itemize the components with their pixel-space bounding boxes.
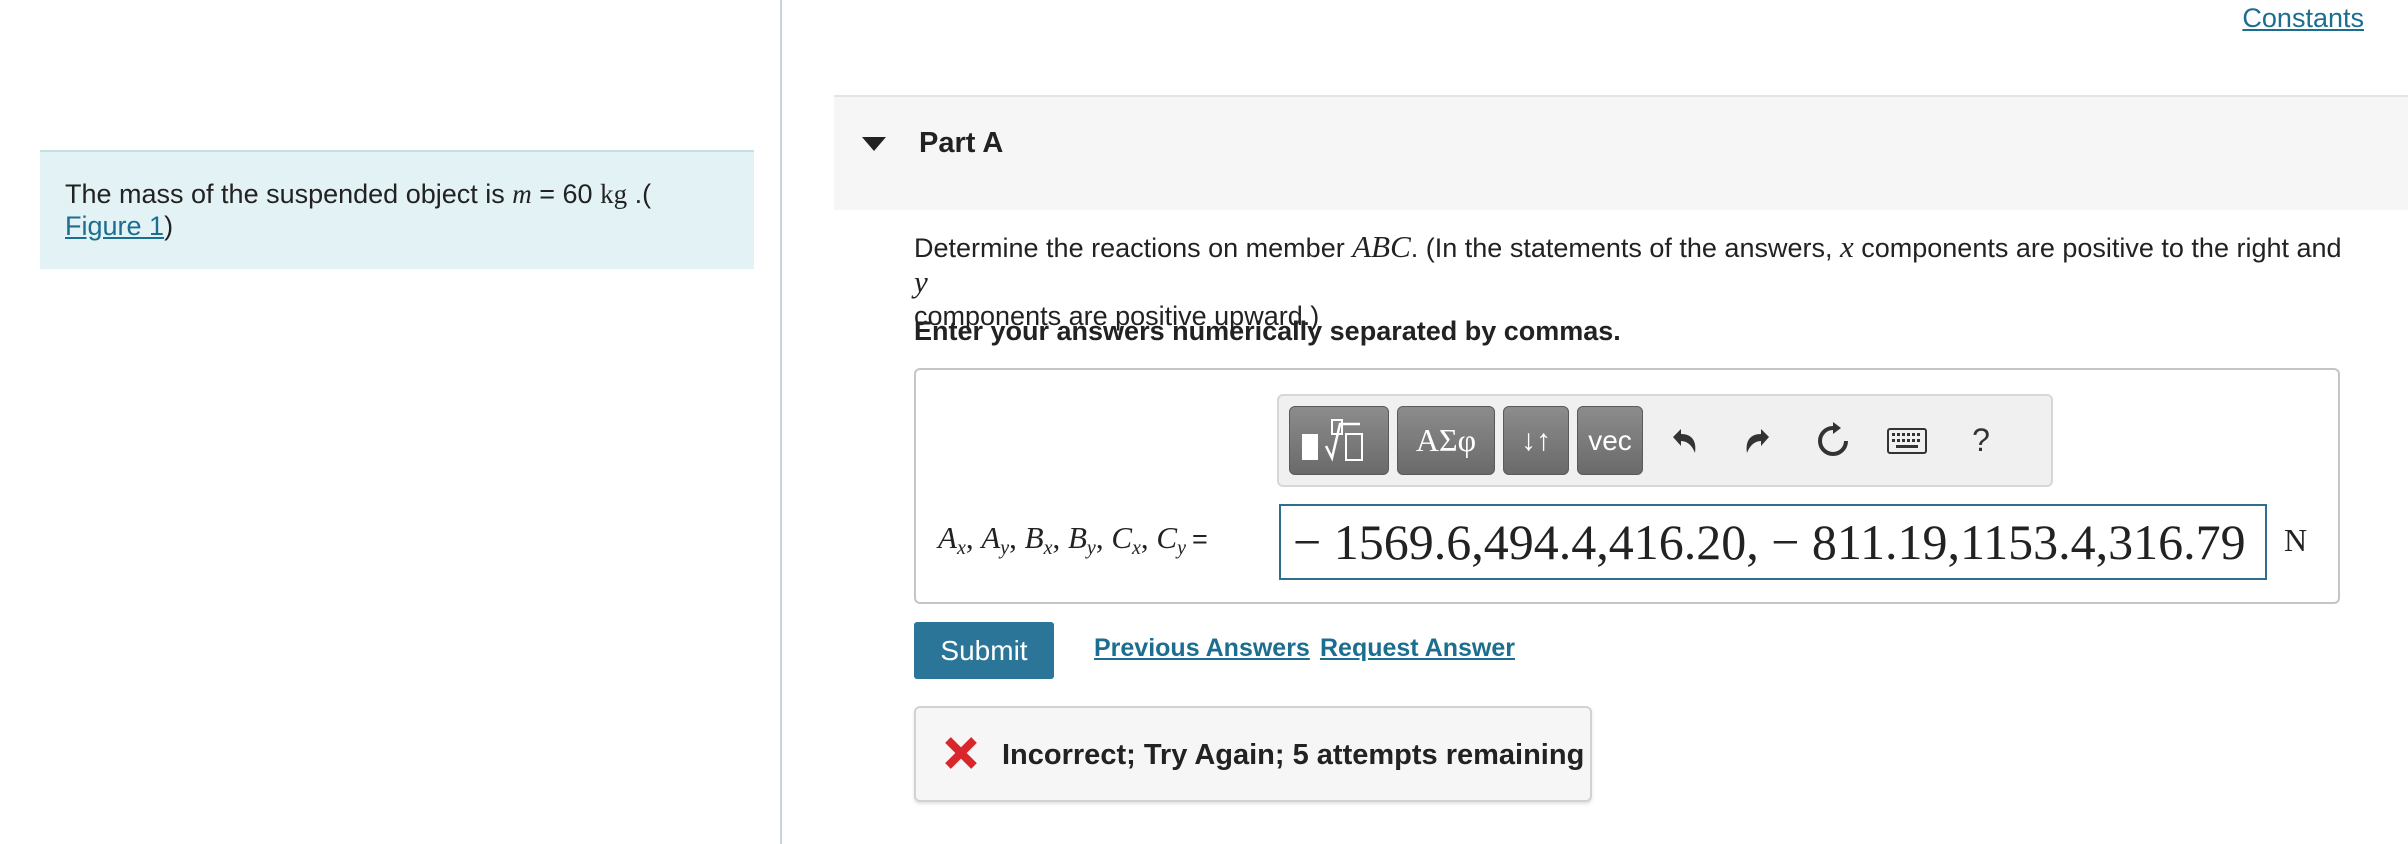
redo-icon (1746, 428, 1769, 453)
question-text-3: components are positive to the right and (1853, 233, 2342, 263)
variable-subscript: y (1000, 537, 1010, 559)
answer-input[interactable]: − 1569.6,494.4,416.20, − 811.19,1153.4,3… (1279, 504, 2267, 580)
member-name: ABC (1352, 229, 1411, 264)
y-symbol: y (914, 264, 928, 299)
problem-statement: The mass of the suspended object is m = … (40, 150, 754, 269)
help-button[interactable]: ? (1949, 406, 2013, 475)
undo-icon (1673, 428, 1696, 453)
request-answer-link[interactable]: Request Answer (1320, 634, 1515, 663)
variable-By: By (1067, 520, 1096, 559)
variable-subscript: y (1177, 537, 1186, 559)
variable-base: A (938, 520, 957, 555)
reset-button[interactable] (1801, 406, 1865, 475)
close-x-icon (945, 737, 977, 769)
part-title: Part A (919, 127, 1004, 159)
previous-answers-link[interactable]: Previous Answers (1094, 634, 1310, 663)
keyboard-button[interactable] (1875, 406, 1939, 475)
figure-link[interactable]: Figure 1 (65, 211, 164, 241)
variable-subscript: x (956, 537, 966, 559)
problem-text-after: .( (627, 179, 652, 209)
templates-icon (1302, 418, 1363, 462)
feedback-box: Incorrect; Try Again; 5 attempts remaini… (914, 706, 1592, 802)
caret-down-icon[interactable] (862, 137, 886, 151)
subscript-superscript-button[interactable]: ↓↑ (1503, 406, 1569, 475)
feedback-text: Incorrect; Try Again; 5 attempts remaini… (1002, 739, 1585, 771)
constants-link[interactable]: Constants (2242, 3, 2364, 34)
templates-button[interactable] (1289, 406, 1389, 475)
variable-Cy: Cy (1156, 520, 1186, 559)
variable-Ax: Ax (938, 520, 966, 559)
reset-icon (1818, 421, 1848, 456)
answer-variables-label: Ax, Ay, Bx, By, Cx, Cy = (938, 520, 1208, 560)
variable-subscript: x (1132, 537, 1141, 559)
mass-unit: kg (600, 179, 628, 209)
problem-panel: The mass of the suspended object is m = … (0, 0, 782, 844)
x-symbol: x (1839, 229, 1854, 264)
variable-base: C (1156, 520, 1178, 555)
question-text-2: . (In the statements of the answers, (1410, 233, 1840, 263)
submit-button[interactable]: Submit (914, 622, 1054, 679)
keyboard-icon (1887, 427, 1927, 454)
answer-box: ΑΣφ ↓↑ vec ? Ax, Ay, Bx, By, Cx, Cy = − … (914, 368, 2340, 604)
instruction-text: Enter your answers numerically separated… (914, 316, 1621, 346)
close-paren: ) (164, 211, 174, 241)
variable-base: A (981, 520, 1001, 555)
variable-list: Ax, Ay, Bx, By, Cx, Cy (938, 520, 1186, 559)
redo-button[interactable] (1727, 406, 1791, 475)
unit-label: N (2284, 522, 2308, 558)
problem-text: The mass of the suspended object is (65, 179, 513, 209)
equals-sign: = (1191, 524, 1208, 554)
mass-equals: = 60 (531, 179, 601, 209)
math-toolbar: ΑΣφ ↓↑ vec ? (1277, 394, 2053, 487)
variable-base: B (1067, 520, 1087, 555)
undo-button[interactable] (1651, 406, 1715, 475)
variable-Cx: Cx (1111, 520, 1141, 559)
greek-symbols-button[interactable]: ΑΣφ (1397, 406, 1495, 475)
part-header[interactable]: Part A (834, 95, 2408, 210)
variable-Bx: Bx (1024, 520, 1053, 559)
variable-base: C (1111, 520, 1132, 555)
question-text-1: Determine the reactions on member (914, 233, 1353, 263)
variable-base: B (1024, 520, 1044, 555)
variable-Ay: Ay (981, 520, 1009, 559)
vector-button[interactable]: vec (1577, 406, 1643, 475)
mass-symbol: m (512, 179, 532, 209)
variable-subscript: y (1086, 537, 1096, 559)
